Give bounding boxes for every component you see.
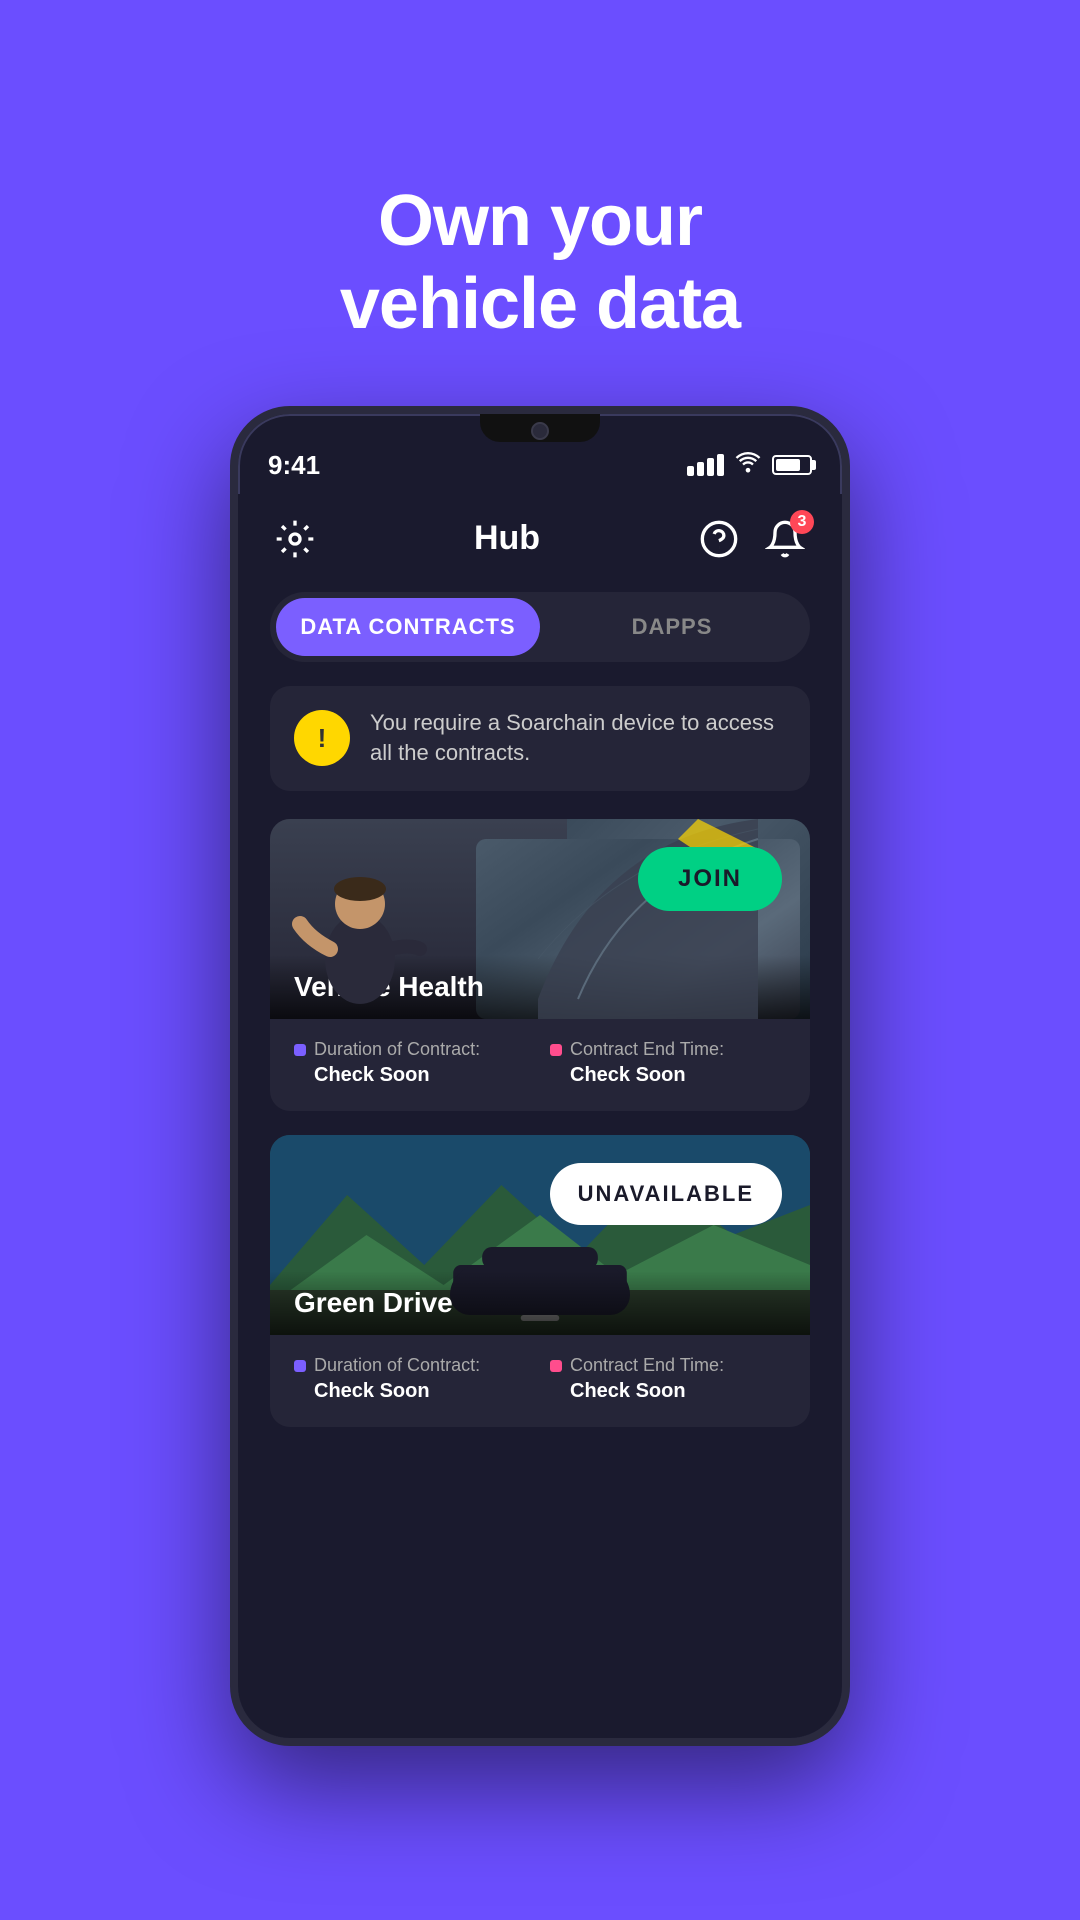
- alert-message: You require a Soarchain device to access…: [370, 708, 786, 770]
- gd-duration-dot: [294, 1360, 306, 1372]
- app-content: Hub 3 D: [238, 494, 842, 1738]
- wifi-icon: [734, 451, 762, 479]
- vehicle-health-card: JOIN Vehicle Health Duration of Contract…: [270, 819, 810, 1111]
- battery-icon: [772, 455, 812, 475]
- phone-frame: 9:41: [230, 406, 850, 1746]
- phone-side-button: [844, 634, 850, 714]
- gd-end-time-value: Check Soon: [550, 1380, 786, 1403]
- green-drive-title-overlay: Green Drive: [270, 1271, 810, 1335]
- header-left: [270, 514, 320, 564]
- end-time-dot: [550, 1044, 562, 1056]
- join-button[interactable]: JOIN: [638, 847, 782, 911]
- vehicle-health-meta: Duration of Contract: Check Soon Contrac…: [294, 1039, 786, 1087]
- status-time: 9:41: [268, 450, 320, 481]
- phone-notch: [480, 414, 600, 442]
- alert-banner: ! You require a Soarchain device to acce…: [270, 686, 810, 792]
- warning-icon: !: [294, 710, 350, 766]
- gd-duration-value: Check Soon: [294, 1380, 530, 1403]
- end-time-item: Contract End Time: Check Soon: [550, 1039, 786, 1087]
- green-drive-info: Duration of Contract: Check Soon Contrac…: [270, 1335, 810, 1427]
- notifications-button[interactable]: 3: [760, 514, 810, 564]
- vehicle-health-info: Duration of Contract: Check Soon Contrac…: [270, 1019, 810, 1111]
- duration-dot: [294, 1044, 306, 1056]
- duration-item: Duration of Contract: Check Soon: [294, 1039, 530, 1087]
- gd-end-time-item: Contract End Time: Check Soon: [550, 1355, 786, 1403]
- duration-value: Check Soon: [294, 1064, 530, 1087]
- gd-end-time-dot: [550, 1360, 562, 1372]
- app-title: Hub: [474, 519, 540, 558]
- tab-data-contracts[interactable]: DATA CONTRACTS: [276, 598, 540, 656]
- signal-icon: [687, 454, 724, 476]
- status-icons: [687, 451, 812, 479]
- app-header: Hub 3: [238, 494, 842, 584]
- green-drive-image: UNAVAILABLE Green Drive: [270, 1135, 810, 1335]
- green-drive-meta: Duration of Contract: Check Soon Contrac…: [294, 1355, 786, 1403]
- end-time-value: Check Soon: [550, 1064, 786, 1087]
- header-right: 3: [694, 514, 810, 564]
- status-bar: 9:41: [268, 450, 812, 481]
- notification-badge: 3: [790, 510, 814, 534]
- hero-title: Own your vehicle data: [340, 180, 740, 346]
- hero-section: Own your vehicle data: [340, 90, 740, 346]
- vehicle-health-image: JOIN Vehicle Health: [270, 819, 810, 1019]
- settings-button[interactable]: [270, 514, 320, 564]
- gd-duration-item: Duration of Contract: Check Soon: [294, 1355, 530, 1403]
- tabs-container: DATA CONTRACTS DAPPS: [270, 592, 810, 662]
- tab-dapps[interactable]: DAPPS: [540, 598, 804, 656]
- green-drive-card: UNAVAILABLE Green Drive Duration of Cont…: [270, 1135, 810, 1427]
- unavailable-button[interactable]: UNAVAILABLE: [550, 1163, 782, 1225]
- help-button[interactable]: [694, 514, 744, 564]
